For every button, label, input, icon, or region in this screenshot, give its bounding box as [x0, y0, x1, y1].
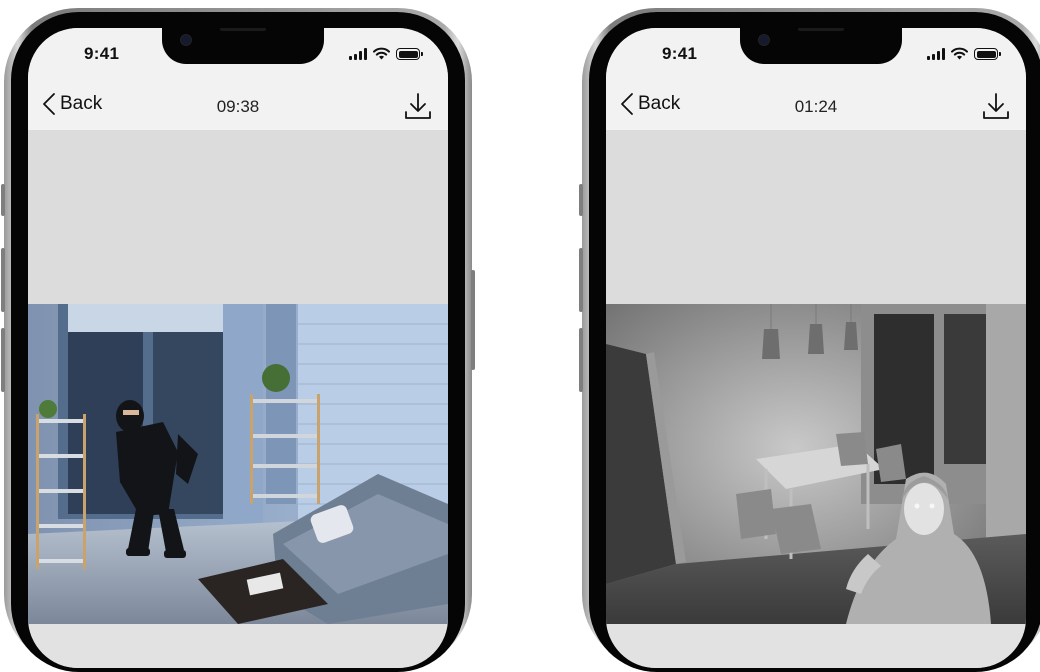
- power-button: [471, 270, 475, 370]
- nav-bar: Back 09:38: [28, 82, 448, 130]
- mute-switch: [579, 184, 583, 216]
- video-player[interactable]: [606, 304, 1026, 624]
- earpiece-speaker: [798, 28, 844, 31]
- phone-left: 9:41 Back 09:38: [1, 8, 480, 672]
- phone-screen: 9:41 Back: [606, 28, 1026, 668]
- notch: [162, 28, 324, 64]
- wifi-icon: [373, 47, 390, 60]
- front-camera: [758, 34, 770, 46]
- battery-icon: [396, 48, 423, 60]
- status-bar: 9:41: [606, 28, 1026, 82]
- status-bar: 9:41: [28, 28, 448, 82]
- volume-down-button: [579, 328, 583, 392]
- front-camera: [180, 34, 192, 46]
- video-timestamp: 01:24: [794, 97, 838, 116]
- volume-down-button: [1, 328, 5, 392]
- notch: [740, 28, 902, 64]
- signal-icon: [349, 48, 367, 60]
- nav-bar: Back 01:24: [606, 82, 1026, 130]
- volume-up-button: [579, 248, 583, 312]
- mute-switch: [1, 184, 5, 216]
- download-icon[interactable]: [404, 92, 432, 122]
- video-player[interactable]: [28, 304, 448, 624]
- player-controls-area: [28, 624, 448, 668]
- signal-icon: [927, 48, 945, 60]
- video-frame-color: [28, 304, 448, 624]
- status-time: 9:41: [662, 44, 698, 63]
- download-icon[interactable]: [982, 92, 1010, 122]
- status-time: 9:41: [84, 44, 120, 63]
- earpiece-speaker: [220, 28, 266, 31]
- video-timestamp: 09:38: [216, 97, 260, 116]
- volume-up-button: [1, 248, 5, 312]
- wifi-icon: [951, 47, 968, 60]
- status-icons: [927, 46, 1001, 60]
- video-frame-night-vision: [606, 304, 1026, 624]
- status-icons: [349, 46, 423, 60]
- player-controls-area: [606, 624, 1026, 668]
- phone-right: 9:41 Back 01:24: [579, 8, 1040, 672]
- phone-screen: 9:41 Back: [28, 28, 448, 668]
- battery-icon: [974, 48, 1001, 60]
